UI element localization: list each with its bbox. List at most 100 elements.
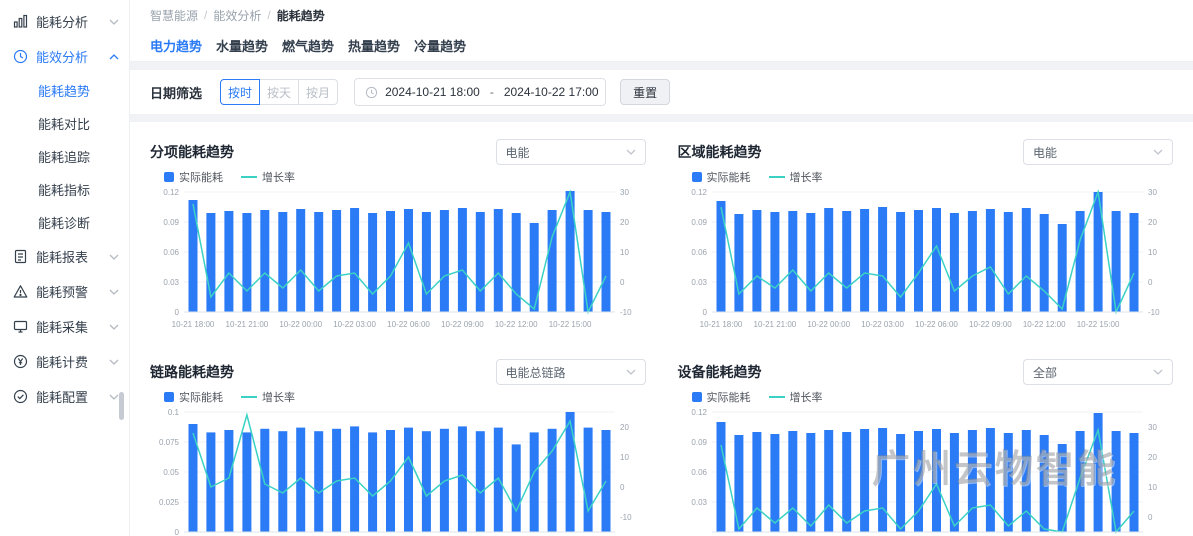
- tab-water-trend[interactable]: 水量趋势: [216, 36, 268, 55]
- legend-line-swatch: [769, 176, 785, 178]
- legend-growth-rate[interactable]: 增长率: [769, 169, 823, 185]
- sidebar: 能耗分析 能效分析 能耗趋势 能耗对比 能耗追踪: [0, 0, 130, 536]
- energy-type-select[interactable]: 电能: [1023, 139, 1173, 165]
- svg-text:10-22 09:00: 10-22 09:00: [441, 320, 484, 329]
- chevron-up-icon: [109, 54, 119, 60]
- chevron-down-icon: [109, 359, 119, 365]
- svg-text:0.06: 0.06: [691, 468, 707, 477]
- legend-growth-rate[interactable]: 增长率: [241, 389, 295, 405]
- svg-text:0: 0: [1148, 278, 1153, 287]
- sidebar-item-label: 能耗采集: [36, 317, 109, 336]
- chevron-down-icon: [626, 369, 636, 375]
- legend-actual-energy[interactable]: 实际能耗: [164, 169, 223, 185]
- device-select[interactable]: 全部: [1023, 359, 1173, 385]
- energy-type-select[interactable]: 电能: [496, 139, 646, 165]
- tab-heat-trend[interactable]: 热量趋势: [348, 36, 400, 55]
- sidebar-subitem-energy-kpi[interactable]: 能耗指标: [0, 173, 129, 206]
- svg-text:0: 0: [702, 308, 707, 317]
- clock-icon: [365, 86, 378, 99]
- legend-growth-rate[interactable]: 增长率: [769, 389, 823, 405]
- legend-actual-energy[interactable]: 实际能耗: [692, 169, 751, 185]
- legend-actual-energy[interactable]: 实际能耗: [164, 389, 223, 405]
- sidebar-subitem-label: 能耗追踪: [38, 147, 90, 166]
- chart-panel-link-energy: 链路能耗趋势 电能总链路 实际能耗: [150, 358, 646, 536]
- svg-text:0: 0: [175, 528, 180, 536]
- sidebar-item-energy-config[interactable]: 能耗配置: [0, 379, 129, 414]
- panel-title: 分项能耗趋势: [150, 142, 234, 162]
- report-icon: [13, 249, 28, 264]
- sidebar-item-energy-billing[interactable]: 能耗计费: [0, 344, 129, 379]
- sidebar-subitem-energy-compare[interactable]: 能耗对比: [0, 107, 129, 140]
- mode-by-hour-button[interactable]: 按时: [220, 79, 260, 105]
- svg-text:10: 10: [620, 453, 629, 462]
- svg-text:0.06: 0.06: [163, 248, 179, 257]
- mode-by-day-button[interactable]: 按天: [259, 79, 299, 105]
- sidebar-item-energy-report[interactable]: 能耗报表: [0, 239, 129, 274]
- svg-text:10-22 12:00: 10-22 12:00: [1022, 320, 1065, 329]
- breadcrumb-item[interactable]: 能效分析: [213, 7, 261, 24]
- tab-electric-trend[interactable]: 电力趋势: [150, 36, 202, 55]
- svg-text:30: 30: [1148, 188, 1157, 197]
- svg-text:-10: -10: [620, 308, 632, 317]
- date-range-picker[interactable]: 2024-10-21 18:00 - 2024-10-22 17:00: [354, 78, 606, 106]
- chart-legend: 实际能耗 增长率: [692, 388, 1174, 406]
- sidebar-item-efficiency-analysis[interactable]: 能效分析: [0, 39, 129, 74]
- legend-growth-rate[interactable]: 增长率: [241, 169, 295, 185]
- chevron-down-icon: [109, 394, 119, 400]
- reset-button[interactable]: 重置: [620, 79, 670, 105]
- sidebar-item-energy-collection[interactable]: 能耗采集: [0, 309, 129, 344]
- chart-legend: 实际能耗 增长率: [164, 388, 646, 406]
- select-value: 电能: [506, 144, 530, 161]
- mode-by-month-button[interactable]: 按月: [298, 79, 338, 105]
- legend-bar-swatch: [692, 392, 702, 402]
- tab-cooling-trend[interactable]: 冷量趋势: [414, 36, 466, 55]
- date-mode-group: 按时 按天 按月: [220, 79, 338, 105]
- breadcrumb-separator: /: [267, 8, 270, 22]
- date-end-value[interactable]: 2024-10-22 17:00: [504, 85, 599, 99]
- svg-text:30: 30: [1148, 423, 1157, 432]
- chevron-down-icon: [109, 324, 119, 330]
- sidebar-subitem-label: 能耗诊断: [38, 213, 90, 232]
- panel-title: 链路能耗趋势: [150, 362, 234, 382]
- legend-bar-swatch: [164, 392, 174, 402]
- config-check-icon: [13, 389, 28, 404]
- breadcrumb-current: 能耗趋势: [277, 7, 325, 24]
- sidebar-subitem-label: 能耗趋势: [38, 81, 90, 100]
- svg-text:10-22 12:00: 10-22 12:00: [495, 320, 538, 329]
- breadcrumb-item[interactable]: 智慧能源: [150, 7, 198, 24]
- svg-text:-10: -10: [1148, 308, 1160, 317]
- legend-label: 实际能耗: [707, 169, 751, 185]
- svg-text:0.12: 0.12: [163, 188, 179, 197]
- sidebar-subitem-energy-trace[interactable]: 能耗追踪: [0, 140, 129, 173]
- sidebar-scrollbar[interactable]: [119, 392, 124, 420]
- legend-line-swatch: [241, 176, 257, 178]
- svg-text:10-21 21:00: 10-21 21:00: [226, 320, 269, 329]
- date-start-value[interactable]: 2024-10-21 18:00: [385, 85, 480, 99]
- svg-text:10-22 06:00: 10-22 06:00: [915, 320, 958, 329]
- chart-panel-region-energy: 区域能耗趋势 电能 实际能耗: [678, 138, 1174, 334]
- sidebar-subitem-energy-trend[interactable]: 能耗趋势: [0, 74, 129, 107]
- sidebar-item-label: 能耗报表: [36, 247, 109, 266]
- sidebar-item-energy-analysis[interactable]: 能耗分析: [0, 4, 129, 39]
- svg-text:0.025: 0.025: [159, 498, 180, 507]
- tab-gas-trend[interactable]: 燃气趋势: [282, 36, 334, 55]
- svg-text:0.03: 0.03: [691, 278, 707, 287]
- svg-text:0.12: 0.12: [691, 188, 707, 197]
- link-select[interactable]: 电能总链路: [496, 359, 646, 385]
- svg-text:10-22 03:00: 10-22 03:00: [861, 320, 904, 329]
- svg-text:10-22 00:00: 10-22 00:00: [807, 320, 850, 329]
- svg-text:10: 10: [1148, 248, 1157, 257]
- svg-text:10-22 06:00: 10-22 06:00: [387, 320, 430, 329]
- legend-actual-energy[interactable]: 实际能耗: [692, 389, 751, 405]
- chevron-down-icon: [1153, 149, 1163, 155]
- sidebar-subitem-energy-diagnosis[interactable]: 能耗诊断: [0, 206, 129, 239]
- svg-text:20: 20: [1148, 218, 1157, 227]
- svg-text:10: 10: [1148, 483, 1157, 492]
- sidebar-item-energy-alert[interactable]: 能耗预警: [0, 274, 129, 309]
- charts-card: 分项能耗趋势 电能 实际能耗: [130, 122, 1193, 536]
- sidebar-subitem-label: 能耗指标: [38, 180, 90, 199]
- svg-text:10-22 15:00: 10-22 15:00: [549, 320, 592, 329]
- sidebar-item-label: 能耗计费: [36, 352, 109, 371]
- date-range-separator: -: [490, 85, 494, 99]
- top-block: 智慧能源 / 能效分析 / 能耗趋势 电力趋势 水量趋势 燃气趋势 热量趋势 冷…: [130, 0, 1193, 62]
